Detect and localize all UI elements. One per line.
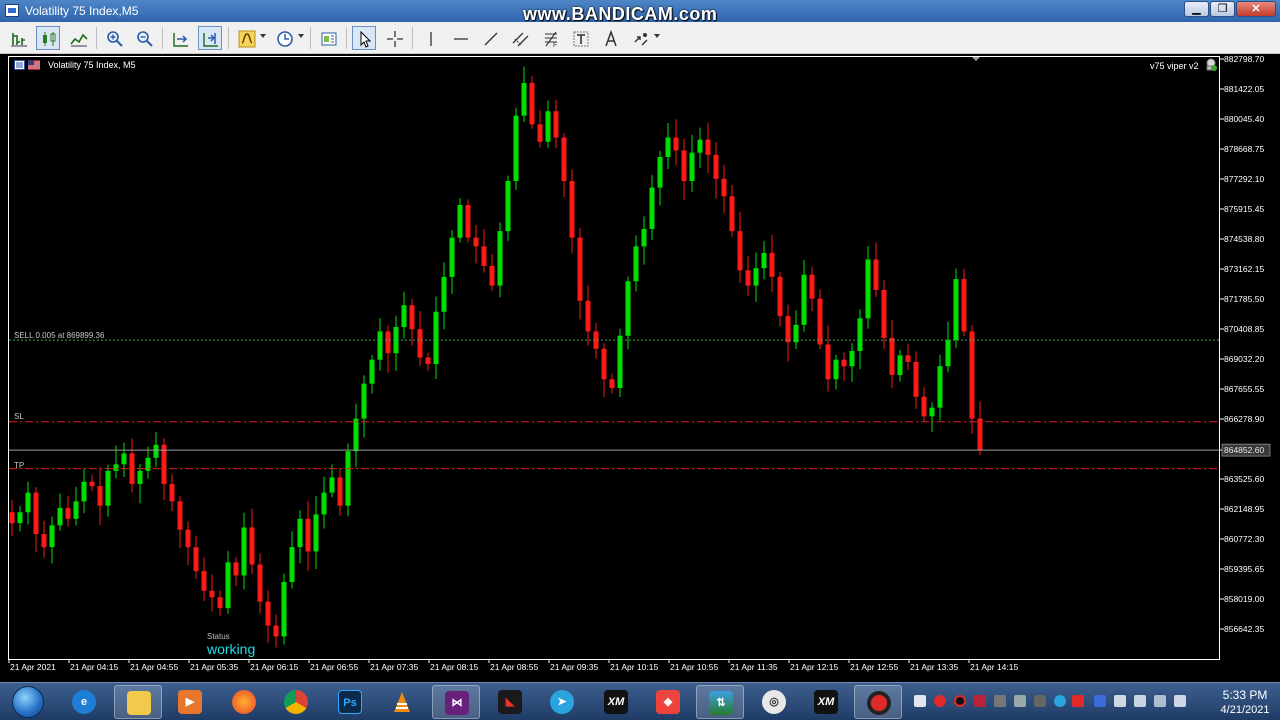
- tray-camera-icon[interactable]: [1034, 695, 1046, 707]
- x-axis-label: 21 Apr 12:55: [850, 662, 898, 672]
- x-axis-label: 21 Apr 06:15: [250, 662, 298, 672]
- anydesk-icon: ◆: [656, 690, 680, 714]
- x-axis-label: 21 Apr 08:55: [490, 662, 538, 672]
- clock-time[interactable]: 5:33 PM: [1212, 688, 1278, 702]
- chart-symbol-label: Volatility 75 Index, M5: [48, 60, 136, 70]
- spin-app-icon: ◎: [762, 690, 786, 714]
- tray-record-icon[interactable]: [934, 695, 946, 707]
- record-icon: [867, 691, 891, 715]
- battery-icon[interactable]: [1174, 695, 1186, 707]
- photoshop-icon: Ps: [338, 690, 362, 714]
- y-axis-label: 882798.70: [1224, 54, 1264, 64]
- flag-icon[interactable]: [1154, 695, 1166, 707]
- y-axis-label: 869032.20: [1224, 354, 1264, 364]
- x-axis-label: 21 Apr 13:35: [910, 662, 958, 672]
- chart-plot-border: [8, 56, 1220, 660]
- y-axis-label: 859395.65: [1224, 564, 1264, 574]
- chrome-taskbar-button[interactable]: [272, 685, 320, 719]
- tray-monitor-icon[interactable]: [914, 695, 926, 707]
- metatrader5-icon: ⇅: [709, 691, 733, 715]
- record-app-taskbar-button[interactable]: [854, 685, 902, 719]
- tray-app-icon[interactable]: [974, 695, 986, 707]
- tray-device-icon[interactable]: [1014, 695, 1026, 707]
- system-tray: [908, 683, 1208, 720]
- spin-app-taskbar-button[interactable]: ◎: [750, 685, 798, 719]
- tray-s-icon[interactable]: [1072, 695, 1084, 707]
- xm2-taskbar-button[interactable]: XM: [802, 685, 850, 719]
- y-axis-label: 866278.90: [1224, 414, 1264, 424]
- y-axis-label: 856642.35: [1224, 624, 1264, 634]
- x-axis-label: 21 Apr 14:15: [970, 662, 1018, 672]
- visual-studio-taskbar-button[interactable]: ⋈: [432, 685, 480, 719]
- anydesk-taskbar-button[interactable]: ◆: [644, 685, 692, 719]
- firefox-icon: [232, 690, 256, 714]
- stop-loss-label: SL: [14, 412, 24, 421]
- vlc-taskbar-button[interactable]: [378, 685, 426, 719]
- internet-explorer-icon: e: [72, 690, 96, 714]
- y-axis-label: 870408.85: [1224, 324, 1264, 334]
- status-label: Status: [207, 632, 230, 641]
- xm-icon: XM: [604, 690, 628, 714]
- firefox-taskbar-button[interactable]: [220, 685, 268, 719]
- network-icon[interactable]: [1134, 695, 1146, 707]
- y-axis-label: 858019.00: [1224, 594, 1264, 604]
- x-axis-label: 21 Apr 10:55: [670, 662, 718, 672]
- ie-taskbar-button[interactable]: e: [60, 685, 108, 719]
- y-axis-label: 873162.15: [1224, 264, 1264, 274]
- y-axis-label: 874538.80: [1224, 234, 1264, 244]
- x-axis-label: 21 Apr 2021: [10, 662, 56, 672]
- x-axis-label: 21 Apr 08:15: [430, 662, 478, 672]
- photoshop-taskbar-button[interactable]: Ps: [326, 685, 374, 719]
- status-value: working: [207, 641, 256, 657]
- clock-date[interactable]: 4/21/2021: [1212, 704, 1278, 716]
- y-axis-label: 878668.75: [1224, 144, 1264, 154]
- x-axis-label: 21 Apr 07:35: [370, 662, 418, 672]
- y-axis-label: 864852.60: [1224, 445, 1264, 455]
- vlc-icon: [390, 690, 414, 714]
- y-axis-label: 867655.55: [1224, 384, 1264, 394]
- y-axis-label: 871785.50: [1224, 294, 1264, 304]
- volume-icon[interactable]: [1114, 695, 1126, 707]
- y-axis-label: 877292.10: [1224, 174, 1264, 184]
- x-axis-label: 21 Apr 06:55: [310, 662, 358, 672]
- explorer-taskbar-button[interactable]: [114, 685, 162, 719]
- folder-icon: [127, 691, 151, 715]
- telegram-icon: ➤: [550, 690, 574, 714]
- tray-gear-icon[interactable]: [994, 695, 1006, 707]
- y-axis-label: 880045.40: [1224, 114, 1264, 124]
- metatrader5-taskbar-button[interactable]: ⇅: [696, 685, 744, 719]
- media-player-icon: ▶: [178, 690, 202, 714]
- start-button[interactable]: [2, 684, 54, 720]
- metatrader-dark-icon: ◣: [498, 690, 522, 714]
- chart-symbol-icon: [14, 60, 40, 70]
- chrome-icon: [284, 690, 308, 714]
- y-axis-label: 860772.30: [1224, 534, 1264, 544]
- visual-studio-icon: ⋈: [445, 691, 469, 715]
- xm2-icon: XM: [814, 690, 838, 714]
- telegram-taskbar-button[interactable]: ➤: [538, 685, 586, 719]
- x-axis-label: 21 Apr 11:35: [730, 662, 778, 672]
- indicator-label: v75 viper v2: [1150, 61, 1199, 71]
- tray-stop-icon[interactable]: [954, 695, 966, 707]
- x-axis-label: 21 Apr 04:55: [130, 662, 178, 672]
- take-profit-label: TP: [14, 461, 25, 470]
- sell-order-label: SELL 0.005 at 869899.36: [14, 331, 105, 340]
- metatrader-dark-taskbar-button[interactable]: ◣: [486, 685, 534, 719]
- media-player-taskbar-button[interactable]: ▶: [166, 685, 214, 719]
- x-axis-label: 21 Apr 05:35: [190, 662, 238, 672]
- bluetooth-icon[interactable]: [1094, 695, 1106, 707]
- y-axis-label: 862148.95: [1224, 504, 1264, 514]
- x-axis-label: 21 Apr 09:35: [550, 662, 598, 672]
- x-axis-label: 21 Apr 12:15: [790, 662, 838, 672]
- windows-taskbar: e ▶ Ps ⋈ ◣ ➤ XM ◆ ⇅ ◎ XM 5:33 PM 4/21/20…: [0, 682, 1280, 720]
- y-axis-label: 881422.05: [1224, 84, 1264, 94]
- y-axis-label: 875915.45: [1224, 204, 1264, 214]
- windows-logo-icon: [12, 686, 44, 718]
- xm-taskbar-button[interactable]: XM: [592, 685, 640, 719]
- x-axis-label: 21 Apr 04:15: [70, 662, 118, 672]
- y-axis-label: 863525.60: [1224, 474, 1264, 484]
- tray-telegram-icon[interactable]: [1054, 695, 1066, 707]
- x-axis-label: 21 Apr 10:15: [610, 662, 658, 672]
- expert-advisor-icon: [1206, 58, 1217, 71]
